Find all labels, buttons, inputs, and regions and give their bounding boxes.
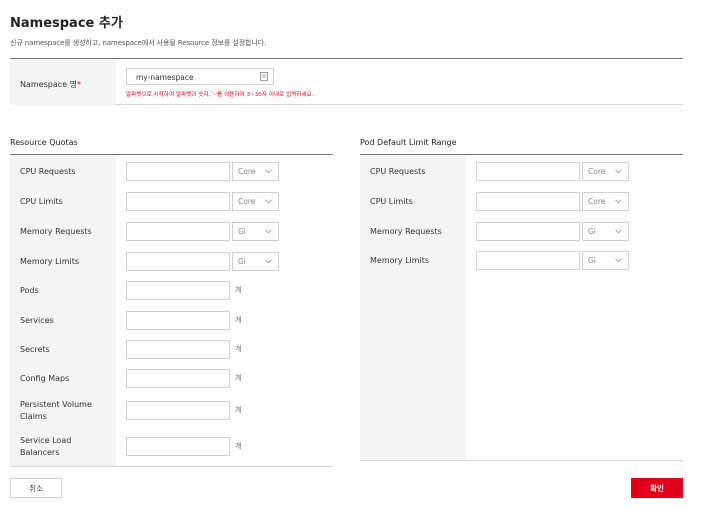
chevron-down-icon <box>615 169 622 174</box>
resource-quota-unit-label: 개 <box>235 406 242 414</box>
namespace-name-input[interactable]: my-namespace <box>126 68 274 85</box>
chevron-down-icon <box>265 259 272 264</box>
pod-limit-unit-select[interactable]: Core <box>582 162 629 181</box>
pod-limit-range-title: Pod Default Limit Range <box>360 138 457 147</box>
resource-quotas-panel: CPU Requests Core CPU Limits Core Memory Req… <box>10 154 333 467</box>
resource-quota-row-label: Secrets <box>20 345 50 354</box>
page-description: 신규 namespace를 생성하고, namespace에서 사용될 Reso… <box>10 39 267 47</box>
resource-quota-value-input[interactable] <box>126 340 230 359</box>
pod-limit-value-input[interactable] <box>476 222 580 241</box>
resource-quota-row-label: Pods <box>20 286 39 295</box>
resource-quota-unit-select-value: Core <box>238 167 256 176</box>
pod-limit-unit-select-value: Gi <box>588 227 596 236</box>
chevron-down-icon <box>265 169 272 174</box>
copy-icon[interactable] <box>260 72 268 81</box>
resource-quota-value-input[interactable] <box>126 369 230 388</box>
pod-limit-unit-select[interactable]: Gi <box>582 251 629 270</box>
resource-quota-value-input[interactable] <box>126 222 230 241</box>
pod-limit-row-label: Memory Limits <box>370 256 430 265</box>
pod-limit-row-label: CPU Limits <box>370 197 413 206</box>
namespace-name-hint: 알파벳으로 시작하여 알파벳과 숫자, '-'를 이용하여 3~30자 이내로 … <box>126 92 314 98</box>
namespace-label-cell: Namespace 명* <box>10 59 116 105</box>
resource-quota-row-label: Service Load Balancers <box>20 436 72 457</box>
pod-limit-row-label: CPU Requests <box>370 167 426 176</box>
pod-limit-range-panel: CPU Requests Core CPU Limits Core Memory Req… <box>360 154 683 461</box>
resource-quota-row-label: Persistent Volume Claims <box>20 400 92 421</box>
resource-quota-unit-select[interactable]: Gi <box>232 252 279 271</box>
required-mark: * <box>76 80 81 89</box>
resource-quota-row-label: CPU Limits <box>20 197 63 206</box>
chevron-down-icon <box>615 199 622 204</box>
resource-quota-row-label: CPU Requests <box>20 167 76 176</box>
pod-limit-value-input[interactable] <box>476 192 580 211</box>
chevron-down-icon <box>265 199 272 204</box>
cancel-button[interactable]: 취소 <box>10 478 62 498</box>
pod-limit-unit-select[interactable]: Gi <box>582 222 629 241</box>
chevron-down-icon <box>615 258 622 263</box>
namespace-name-value: my-namespace <box>136 73 194 82</box>
namespace-name-section: Namespace 명* my-namespace 알파벳으로 시작하여 알파벳… <box>10 58 683 105</box>
confirm-button[interactable]: 확인 <box>631 478 683 498</box>
resource-quota-row-label: Config Maps <box>20 374 70 383</box>
resource-quota-value-input[interactable] <box>126 437 230 456</box>
resource-quota-unit-select-value: Gi <box>238 257 246 266</box>
resource-quota-value-input[interactable] <box>126 252 230 271</box>
resource-quota-value-input[interactable] <box>126 162 230 181</box>
pod-limit-value-input[interactable] <box>476 162 580 181</box>
resource-quota-unit-select[interactable]: Gi <box>232 222 279 241</box>
resource-quota-value-input[interactable] <box>126 401 230 420</box>
pod-limit-row-label: Memory Requests <box>370 227 442 236</box>
resource-quota-unit-label: 개 <box>235 286 242 294</box>
resource-quota-row-label: Memory Limits <box>20 257 80 266</box>
resource-quota-value-input[interactable] <box>126 311 230 330</box>
resource-quota-unit-select[interactable]: Core <box>232 162 279 181</box>
page-title: Namespace 추가 <box>10 16 123 31</box>
resource-quota-unit-label: 개 <box>235 316 242 324</box>
resource-quota-unit-label: 개 <box>235 442 242 450</box>
pod-limit-value-input[interactable] <box>476 251 580 270</box>
resource-quota-row-label: Memory Requests <box>20 227 92 236</box>
pod-limit-unit-select-value: Gi <box>588 256 596 265</box>
chevron-down-icon <box>265 229 272 234</box>
resource-quota-unit-select-value: Core <box>238 197 256 206</box>
pod-limit-unit-select[interactable]: Core <box>582 192 629 211</box>
resource-quotas-title: Resource Quotas <box>10 138 78 147</box>
resource-quota-row-label: Services <box>20 316 54 325</box>
namespace-label: Namespace 명* <box>20 80 81 89</box>
resource-quota-value-input[interactable] <box>126 281 230 300</box>
pod-limit-unit-select-value: Core <box>588 197 606 206</box>
pod-limit-unit-select-value: Core <box>588 167 606 176</box>
resource-quota-unit-label: 개 <box>235 374 242 382</box>
chevron-down-icon <box>615 229 622 234</box>
resource-quota-unit-select[interactable]: Core <box>232 192 279 211</box>
resource-quota-unit-select-value: Gi <box>238 227 246 236</box>
resource-quota-value-input[interactable] <box>126 192 230 211</box>
resource-quota-unit-label: 개 <box>235 345 242 353</box>
